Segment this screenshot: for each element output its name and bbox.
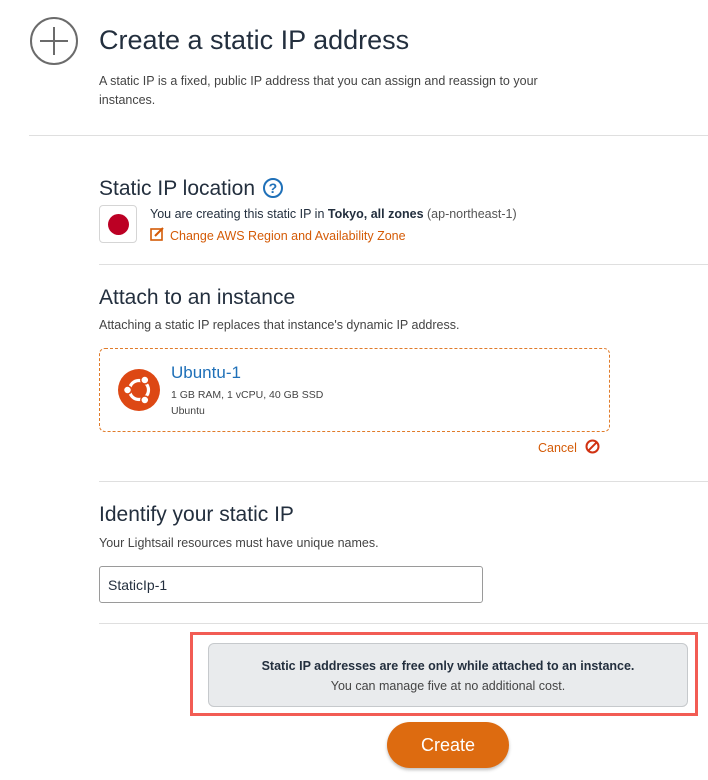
change-region-link[interactable]: Change AWS Region and Availability Zone: [150, 227, 406, 244]
notice-title: Static IP addresses are free only while …: [261, 659, 635, 673]
divider: [99, 481, 708, 482]
cancel-icon: [585, 439, 600, 457]
instance-os: Ubuntu: [171, 405, 205, 417]
pricing-notice: Static IP addresses are free only while …: [208, 643, 688, 707]
ubuntu-icon: [118, 369, 160, 411]
identify-description: Your Lightsail resources must have uniqu…: [99, 536, 379, 550]
notice-subtitle: You can manage five at no additional cos…: [330, 679, 566, 693]
plus-circle-icon: [29, 16, 79, 66]
region-name: Tokyo, all zones: [327, 207, 424, 221]
location-text: You are creating this static IP in Tokyo…: [150, 207, 517, 221]
japan-flag: [99, 205, 137, 243]
region-code: (ap-northeast-1): [427, 207, 517, 221]
instance-specs: 1 GB RAM, 1 vCPU, 40 GB SSD: [171, 389, 324, 401]
static-ip-name-input[interactable]: [99, 566, 483, 603]
instance-name[interactable]: Ubuntu-1: [171, 363, 241, 383]
identify-section-title: Identify your static IP: [99, 503, 294, 526]
page-title: Create a static IP address: [99, 25, 410, 55]
attach-section-title: Attach to an instance: [99, 286, 296, 309]
edit-icon: [150, 227, 164, 244]
question-mark-icon[interactable]: ?: [262, 178, 283, 198]
attach-description: Attaching a static IP replaces that inst…: [99, 318, 460, 332]
divider: [29, 135, 708, 136]
create-button[interactable]: Create: [387, 722, 509, 768]
cancel-link[interactable]: Cancel: [538, 439, 600, 457]
divider: [99, 623, 708, 624]
page-description: A static IP is a fixed, public IP addres…: [99, 74, 538, 107]
instance-card[interactable]: Ubuntu-1 1 GB RAM, 1 vCPU, 40 GB SSD Ubu…: [99, 348, 610, 432]
divider: [99, 264, 708, 265]
location-section-title: Static IP location ?: [99, 176, 283, 202]
